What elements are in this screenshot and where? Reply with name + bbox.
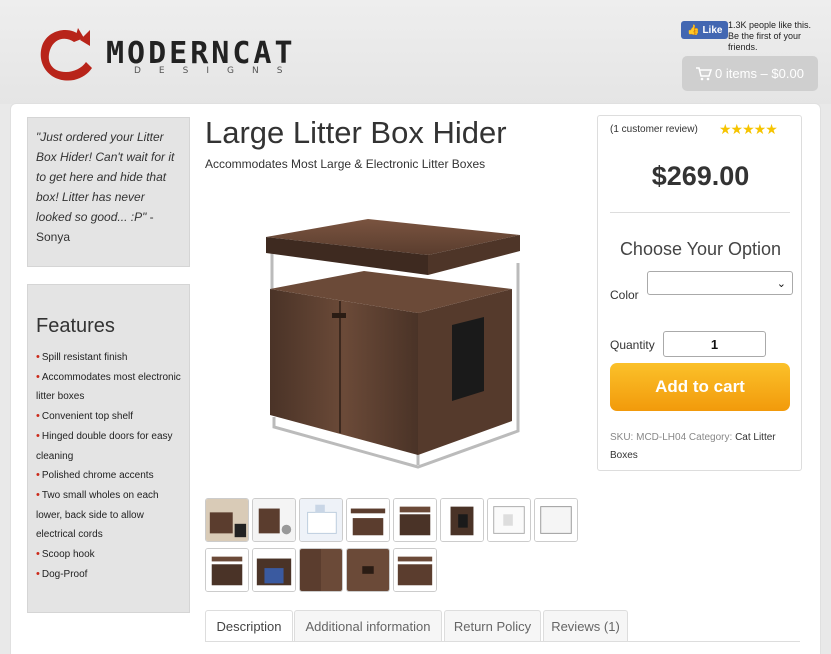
color-label: Color: [610, 288, 639, 302]
rating-stars: ★★★★★: [719, 121, 778, 137]
thumbnail-image: [394, 549, 436, 591]
product-price: $269.00: [651, 161, 750, 191]
thumbnail[interactable]: [346, 548, 390, 592]
sku-label: SKU:: [610, 432, 634, 443]
feature-item: Accommodates most electronic litter boxe…: [36, 368, 181, 407]
facebook-like-label: Like: [702, 24, 723, 36]
thumbnail[interactable]: [205, 498, 249, 542]
brand-subtitle: DESIGNS: [134, 66, 301, 76]
chevron-down-icon: ⌄: [776, 277, 786, 290]
thumbnail[interactable]: [440, 498, 484, 542]
thumbnail[interactable]: [252, 548, 296, 592]
testimonial-box: "Just ordered your Litter Box Hider! Can…: [27, 117, 190, 267]
thumbnail-image: [347, 499, 389, 541]
review-count-link[interactable]: (1 customer review): [610, 124, 698, 135]
thumbnail-image: [253, 499, 295, 541]
quantity-input[interactable]: 1: [663, 331, 766, 357]
divider: [610, 212, 790, 213]
product-title: Large Litter Box Hider: [205, 115, 507, 150]
thumbnail-image: [300, 549, 342, 591]
features-title: Features: [36, 315, 115, 337]
product-main-image[interactable]: [240, 195, 540, 490]
tab-description[interactable]: Description: [205, 610, 293, 642]
sku-value: MCD-LH04: [636, 432, 687, 443]
features-list: Spill resistant finish Accommodates most…: [36, 348, 181, 584]
thumbnail[interactable]: [487, 498, 531, 542]
feature-item: Spill resistant finish: [36, 348, 181, 368]
thumbnail-image: [535, 499, 577, 541]
feature-item: Scoop hook: [36, 545, 181, 565]
thumbnail[interactable]: [346, 498, 390, 542]
thumbnail[interactable]: [299, 498, 343, 542]
thumbnail-image: [253, 549, 295, 591]
features-box: Features Spill resistant finish Accommod…: [27, 284, 190, 613]
product-subtitle: Accommodates Most Large & Electronic Lit…: [205, 157, 486, 171]
product-meta: SKU: MCD-LH04 Category: Cat Litter Boxes: [610, 429, 795, 465]
cart-summary: 0 items – $0.00: [715, 66, 804, 81]
thumbnail[interactable]: [205, 548, 249, 592]
choose-option-heading: Choose Your Option: [619, 239, 782, 259]
thumbnail[interactable]: [252, 498, 296, 542]
thumbnail-image: [488, 499, 530, 541]
thumbnail[interactable]: [393, 498, 437, 542]
thumbnail[interactable]: [393, 548, 437, 592]
category-label: Category:: [688, 432, 733, 443]
cat-logo-icon[interactable]: [34, 22, 98, 86]
thumbnail-image: [300, 499, 342, 541]
thumbnail-image: [206, 499, 248, 541]
tab-additional-information[interactable]: Additional information: [294, 610, 442, 642]
thumbnail-image: [441, 499, 483, 541]
facebook-like-button[interactable]: 👍 Like: [681, 21, 729, 39]
site-header: MODERNCAT DESIGNS 👍 Like 1.3K people lik…: [0, 0, 831, 104]
thumbs-up-icon: 👍: [687, 24, 700, 36]
tab-reviews[interactable]: Reviews (1): [543, 610, 628, 642]
feature-item: Dog-Proof: [36, 565, 181, 585]
cart-icon: [696, 66, 713, 80]
thumbnail-image: [347, 549, 389, 591]
thumbnail[interactable]: [534, 498, 578, 542]
cart-button[interactable]: 0 items – $0.00: [682, 56, 818, 91]
feature-item: Hinged double doors for easy cleaning: [36, 427, 181, 466]
thumbnail[interactable]: [299, 548, 343, 592]
add-to-cart-button[interactable]: Add to cart: [610, 363, 790, 411]
buy-box: (1 customer review) ★★★★★ $269.00 Choose…: [597, 115, 802, 471]
color-select[interactable]: ⌄: [647, 271, 793, 295]
quantity-label: Quantity: [610, 338, 655, 352]
tabs-divider: [205, 641, 800, 642]
facebook-like-count: 1.3K people like this. Be the first of y…: [728, 20, 812, 50]
thumbnail-image: [394, 499, 436, 541]
thumbnail-image: [206, 549, 248, 591]
feature-item: Polished chrome accents: [36, 466, 181, 486]
feature-item: Two small wholes on each lower, back sid…: [36, 486, 181, 545]
feature-item: Convenient top shelf: [36, 407, 181, 427]
tab-return-policy[interactable]: Return Policy: [444, 610, 541, 642]
